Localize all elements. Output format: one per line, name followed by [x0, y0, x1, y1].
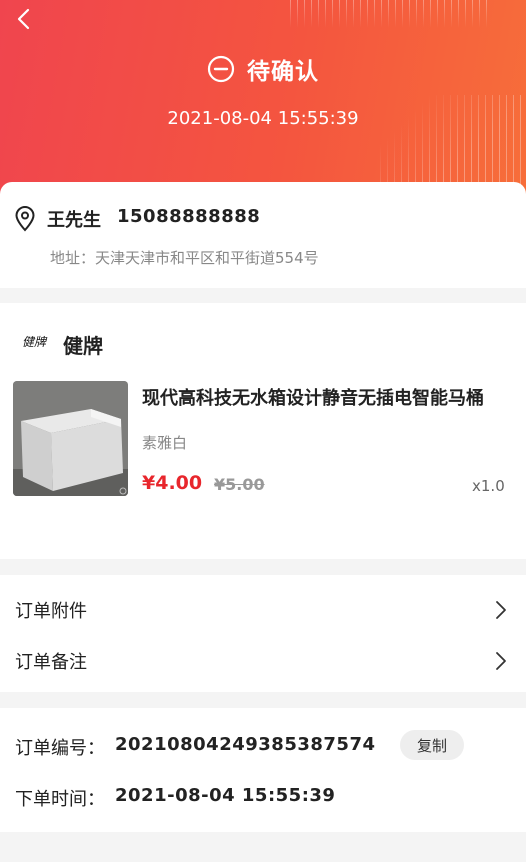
status-time: 2021-08-04 15:55:39 — [167, 108, 359, 129]
goods-spec: 素雅白 — [142, 434, 188, 452]
chevron-right-icon[interactable] — [494, 651, 508, 671]
chevron-left-icon — [17, 8, 30, 30]
status-text: 待确认 — [247, 59, 319, 85]
back-button[interactable] — [8, 4, 38, 34]
goods-original-price: ¥5.00 — [214, 475, 265, 494]
address-card[interactable] — [0, 182, 526, 288]
goods-quantity: x1.0 — [472, 477, 505, 495]
order-info-card — [0, 708, 526, 832]
location-pin-icon — [15, 206, 35, 232]
toilet-product-image — [13, 381, 128, 496]
order-number-value: 20210804249385387574 — [115, 734, 376, 755]
recipient-phone: 15088888888 — [117, 206, 261, 227]
order-time-label: 下单时间： — [15, 789, 105, 810]
goods-image[interactable] — [13, 381, 128, 496]
shop-logo: 健牌 — [22, 335, 47, 349]
shop-name: 健牌 — [63, 334, 103, 358]
recipient-name: 王先生 — [47, 210, 101, 231]
order-attachments-row[interactable]: 订单附件 — [15, 597, 87, 623]
chevron-right-icon[interactable] — [494, 600, 508, 620]
copy-button[interactable]: 复制 — [400, 730, 464, 760]
minus-circle-icon — [207, 55, 235, 83]
goods-title[interactable]: 现代高科技无水箱设计静音无插电智能马桶 — [142, 384, 508, 410]
recipient-address: 地址：天津天津市和平区和平街道554号 — [50, 249, 319, 267]
order-status: 待确认 — [0, 52, 526, 86]
order-number-label: 订单编号： — [15, 738, 105, 759]
order-remarks-row[interactable]: 订单备注 — [15, 648, 87, 674]
order-time-value: 2021-08-04 15:55:39 — [115, 785, 336, 806]
order-extras-card — [0, 575, 526, 692]
header-decoration — [290, 0, 490, 28]
goods-price: ¥4.00 — [142, 472, 203, 494]
order-status-header: 待确认 2021-08-04 15:55:39 — [0, 0, 526, 200]
